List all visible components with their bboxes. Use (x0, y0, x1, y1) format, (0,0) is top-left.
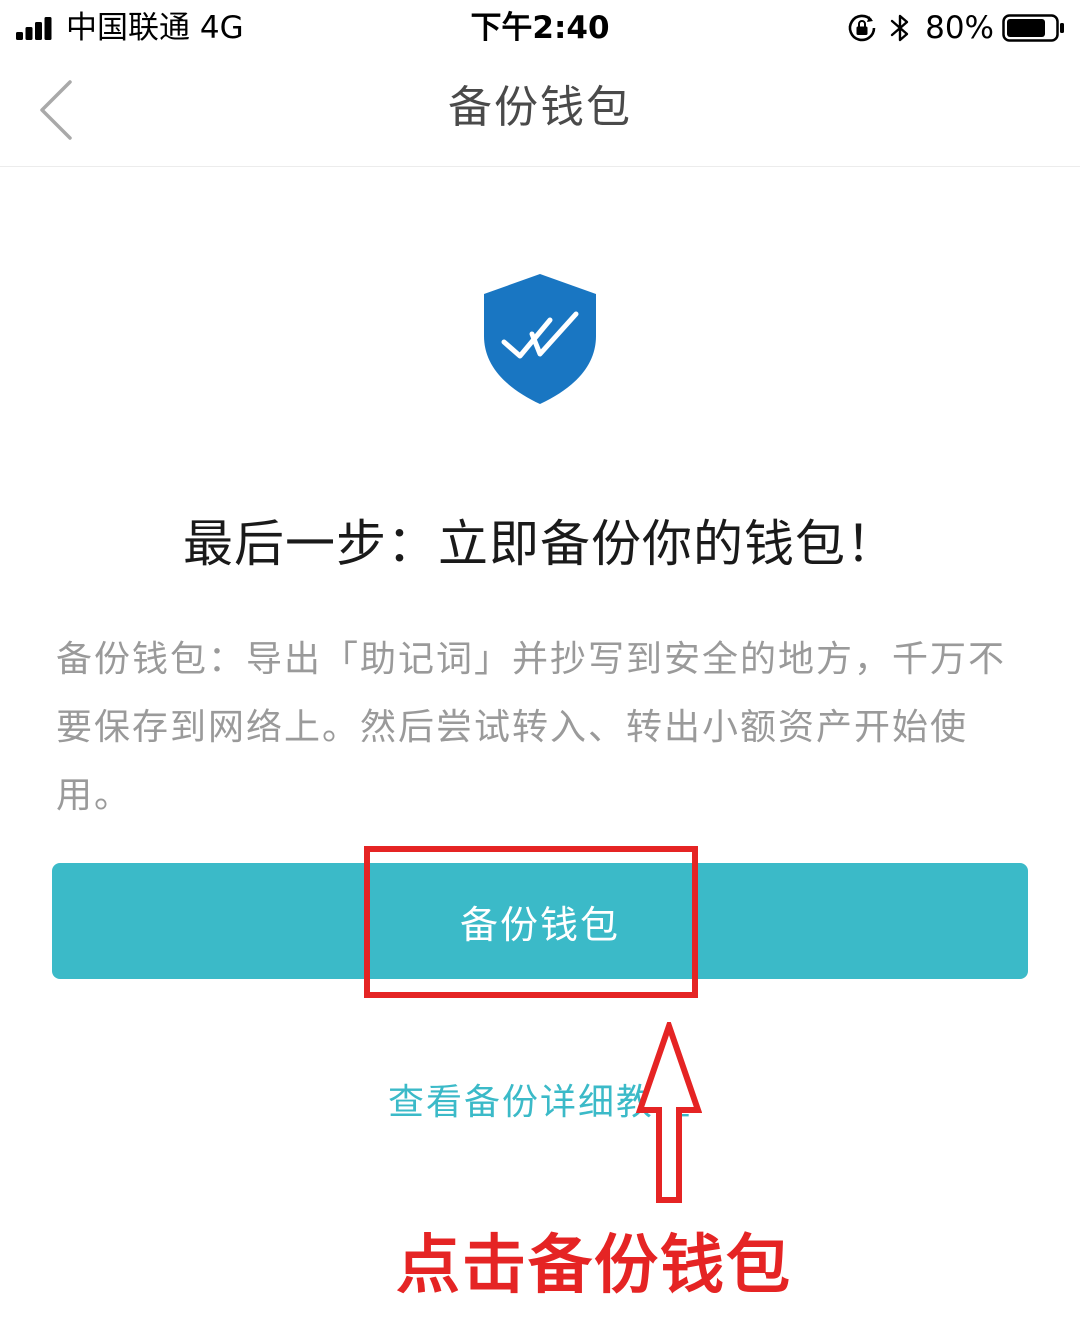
status-bar: 中国联通 4G 下午2:40 80% (0, 0, 1080, 56)
annotation-label: 点击备份钱包 (396, 1229, 792, 1303)
bluetooth-icon (890, 14, 909, 42)
battery-icon (1002, 14, 1064, 42)
headline: 最后一步：立即备份你的钱包！ (183, 515, 897, 573)
battery-percentage: 80% (925, 10, 994, 46)
rotation-lock-icon (848, 14, 876, 42)
page-title: 备份钱包 (448, 82, 632, 133)
backup-description: 备份钱包：导出「助记词」并抄写到安全的地方，千万不要保存到网络上。然后尝试转入、… (56, 639, 1007, 816)
backup-tutorial-link[interactable]: 查看备份详细教程 (0, 1078, 1080, 1128)
shield-check-icon (484, 274, 596, 404)
status-right-group: 80% (847, 8, 1066, 48)
navigation-bar: 备份钱包 (0, 56, 1080, 167)
backup-wallet-button[interactable]: 备份钱包 (52, 863, 1028, 979)
